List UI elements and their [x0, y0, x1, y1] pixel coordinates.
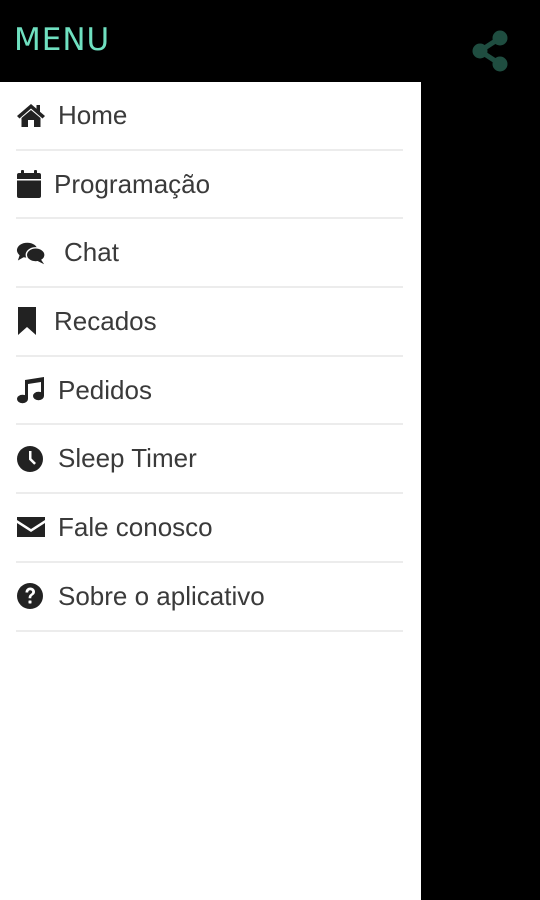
menu-item-label: Sleep Timer [58, 443, 197, 474]
menu-item-label: Fale conosco [58, 511, 213, 542]
menu-item-label: Chat [64, 237, 119, 268]
menu-item-fale-conosco[interactable]: Fale conosco [16, 494, 403, 563]
share-icon [469, 29, 511, 78]
menu-item-label: Pedidos [58, 374, 152, 405]
menu-list: Home Programação Chat Recados Pedidos Sl… [0, 82, 421, 632]
question-icon [16, 581, 46, 611]
menu-item-programacao[interactable]: Programação [16, 151, 403, 220]
drawer-header: MENU [0, 0, 421, 82]
share-button[interactable] [468, 30, 512, 76]
home-icon [16, 100, 46, 130]
menu-item-sobre[interactable]: Sobre o aplicativo [16, 563, 403, 632]
clock-icon [16, 444, 46, 474]
app-screen: MENU Home Programação Chat Recados Pedid… [0, 0, 540, 900]
envelope-icon [16, 512, 46, 542]
menu-item-recados[interactable]: Recados [16, 288, 403, 357]
menu-item-sleep-timer[interactable]: Sleep Timer [16, 425, 403, 495]
menu-item-label: Sobre o aplicativo [58, 580, 265, 611]
drawer-title: MENU [14, 22, 111, 58]
calendar-icon [16, 169, 46, 199]
chat-icon [16, 238, 46, 268]
bookmark-icon [16, 306, 46, 336]
menu-item-pedidos[interactable]: Pedidos [16, 357, 403, 426]
music-icon [16, 375, 46, 405]
menu-item-home[interactable]: Home [16, 82, 403, 151]
menu-item-label: Programação [54, 168, 211, 199]
menu-item-label: Recados [54, 305, 157, 336]
navigation-drawer: MENU Home Programação Chat Recados Pedid… [0, 0, 421, 900]
menu-item-chat[interactable]: Chat [16, 219, 403, 289]
menu-item-label: Home [58, 99, 128, 130]
